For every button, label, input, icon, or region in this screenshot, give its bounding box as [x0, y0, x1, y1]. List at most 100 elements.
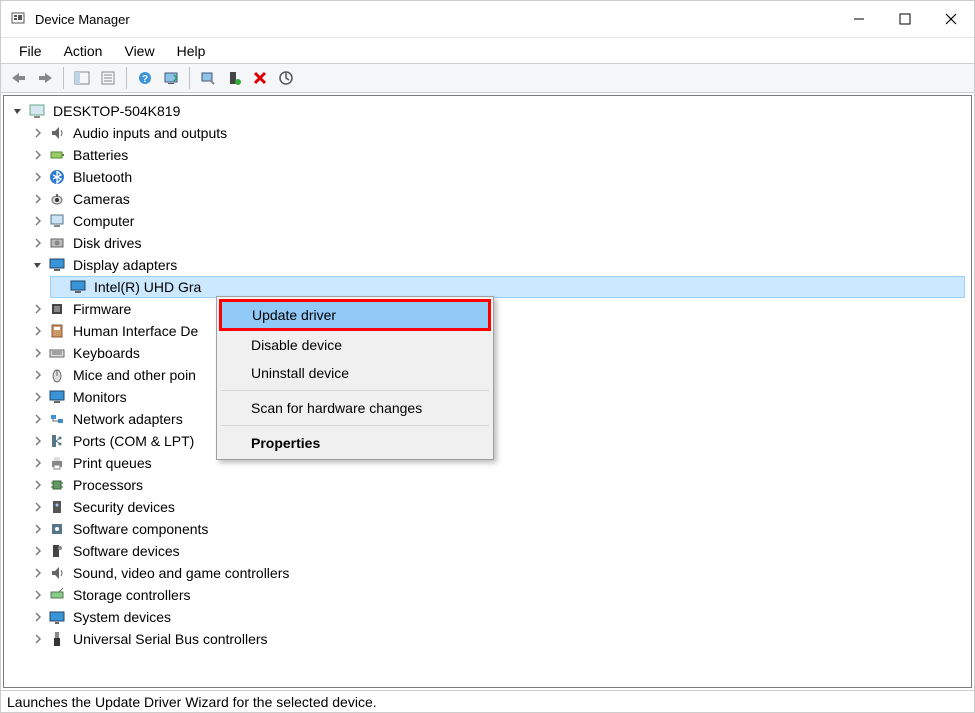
toolbar-refresh-button[interactable] [274, 66, 298, 90]
chevron-right-icon[interactable] [32, 413, 44, 425]
minimize-button[interactable] [836, 3, 882, 35]
tree-category-label: Storage controllers [70, 586, 194, 604]
tree-category[interactable]: Sound, video and game controllers [30, 562, 965, 584]
tree-category-label: Human Interface De [70, 322, 201, 340]
menu-action[interactable]: Action [54, 40, 113, 62]
tree-category[interactable]: Software components [30, 518, 965, 540]
tree-category[interactable]: Storage controllers [30, 584, 965, 606]
chevron-right-icon[interactable] [32, 127, 44, 139]
chevron-right-icon[interactable] [32, 589, 44, 601]
tree-category-label: Monitors [70, 388, 130, 406]
chevron-right-icon[interactable] [32, 479, 44, 491]
chevron-right-icon[interactable] [32, 611, 44, 623]
tree-category-label: Computer [70, 212, 137, 230]
toolbar-help-button[interactable]: ? [133, 66, 157, 90]
context-menu-disable-device[interactable]: Disable device [219, 331, 491, 359]
toolbar-show-hide-button[interactable] [70, 66, 94, 90]
chevron-right-icon[interactable] [32, 633, 44, 645]
tree-category[interactable]: Security devices [30, 496, 965, 518]
chevron-right-icon[interactable] [32, 501, 44, 513]
menu-file[interactable]: File [9, 40, 52, 62]
close-button[interactable] [928, 3, 974, 35]
tree-category-label: Software devices [70, 542, 183, 560]
context-menu-properties[interactable]: Properties [219, 429, 491, 457]
toolbar-update-button[interactable] [196, 66, 220, 90]
toolbar-back-button[interactable] [7, 66, 31, 90]
keyboard-icon [48, 344, 66, 362]
chevron-right-icon[interactable] [32, 545, 44, 557]
printer-icon [48, 454, 66, 472]
chevron-right-icon[interactable] [32, 347, 44, 359]
chevron-down-icon[interactable] [12, 105, 24, 117]
chevron-right-icon[interactable] [32, 457, 44, 469]
toolbar-scan-button[interactable] [159, 66, 183, 90]
tree-category-label: Ports (COM & LPT) [70, 432, 197, 450]
tree-category[interactable]: Cameras [30, 188, 965, 210]
tree-category[interactable]: Keyboards [30, 342, 965, 364]
tree-category-label: System devices [70, 608, 174, 626]
chevron-right-icon[interactable] [32, 391, 44, 403]
tree-category-label: Processors [70, 476, 146, 494]
tree-category[interactable]: Batteries [30, 144, 965, 166]
chevron-right-icon[interactable] [32, 435, 44, 447]
tree-category[interactable]: Network adapters [30, 408, 965, 430]
spacer [53, 281, 65, 293]
chevron-right-icon[interactable] [32, 303, 44, 315]
toolbar-forward-button[interactable] [33, 66, 57, 90]
tree-category[interactable]: Monitors [30, 386, 965, 408]
context-menu-separator [221, 390, 489, 391]
tree-category-label: Network adapters [70, 410, 186, 428]
chevron-right-icon[interactable] [32, 171, 44, 183]
tree-category-label: Print queues [70, 454, 155, 472]
app-icon [9, 10, 27, 28]
maximize-button[interactable] [882, 3, 928, 35]
battery-icon [48, 146, 66, 164]
toolbar-enable-button[interactable] [222, 66, 246, 90]
chevron-right-icon[interactable] [32, 523, 44, 535]
display-icon [48, 256, 66, 274]
chevron-right-icon[interactable] [32, 325, 44, 337]
tree-category[interactable]: Universal Serial Bus controllers [30, 628, 965, 650]
tree-category[interactable]: Computer [30, 210, 965, 232]
menu-view[interactable]: View [114, 40, 164, 62]
tree-category[interactable]: Ports (COM & LPT) [30, 430, 965, 452]
tree-category[interactable]: Human Interface De [30, 320, 965, 342]
chevron-right-icon[interactable] [32, 567, 44, 579]
chevron-down-icon[interactable] [32, 259, 44, 271]
tree-category[interactable]: Display adapters [30, 254, 965, 276]
tree-category[interactable]: Print queues [30, 452, 965, 474]
tree-category[interactable]: Audio inputs and outputs [30, 122, 965, 144]
context-menu-uninstall-device[interactable]: Uninstall device [219, 359, 491, 387]
chevron-right-icon[interactable] [32, 369, 44, 381]
tree-device-selected[interactable]: Intel(R) UHD Gra [50, 276, 965, 298]
tree-category[interactable]: Mice and other poin [30, 364, 965, 386]
context-menu-update-driver[interactable]: Update driver [219, 299, 491, 331]
tree-category[interactable]: Bluetooth [30, 166, 965, 188]
tree-root-node[interactable]: DESKTOP-504K819 [10, 100, 965, 122]
tree-category-label: Display adapters [70, 256, 180, 274]
tree-category[interactable]: Software devices [30, 540, 965, 562]
gpu-icon [69, 278, 87, 296]
tree-category[interactable]: Disk drives [30, 232, 965, 254]
tree-category[interactable]: Processors [30, 474, 965, 496]
chevron-right-icon[interactable] [32, 237, 44, 249]
storage-icon [48, 586, 66, 604]
chevron-right-icon[interactable] [32, 149, 44, 161]
status-text: Launches the Update Driver Wizard for th… [7, 694, 377, 710]
tree-category-label: Disk drives [70, 234, 144, 252]
pc-icon [48, 212, 66, 230]
toolbar-uninstall-button[interactable] [248, 66, 272, 90]
chevron-right-icon[interactable] [32, 193, 44, 205]
camera-icon [48, 190, 66, 208]
sound-icon [48, 564, 66, 582]
tree-category[interactable]: System devices [30, 606, 965, 628]
tree-category-label: Cameras [70, 190, 133, 208]
tree-category[interactable]: Firmware [30, 298, 965, 320]
titlebar: Device Manager [1, 1, 974, 37]
monitor-icon [48, 388, 66, 406]
chevron-right-icon[interactable] [32, 215, 44, 227]
toolbar-properties-button[interactable] [96, 66, 120, 90]
context-menu-scan-hardware[interactable]: Scan for hardware changes [219, 394, 491, 422]
tree-category-label: Security devices [70, 498, 178, 516]
menu-help[interactable]: Help [167, 40, 216, 62]
